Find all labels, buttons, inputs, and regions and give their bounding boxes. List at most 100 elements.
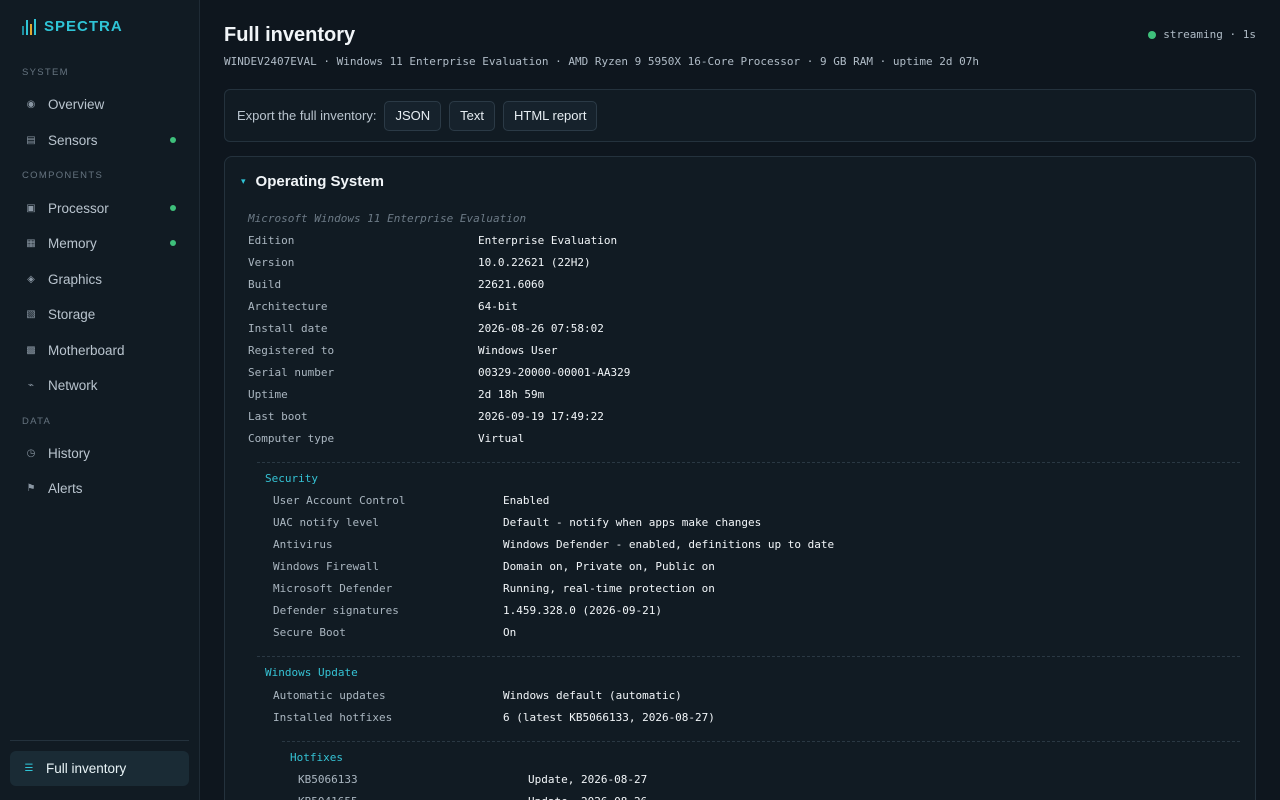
property-value: 64-bit	[478, 300, 518, 313]
property-key: Automatic updates	[273, 689, 386, 702]
export-text-button[interactable]: Text	[449, 100, 495, 131]
property-value: Running, real-time protection on	[503, 582, 715, 595]
sidebar-item-alerts[interactable]: ⚑ Alerts	[12, 473, 188, 503]
status-dot-icon	[170, 240, 176, 246]
property-key: KB5041655	[298, 791, 358, 800]
brand[interactable]: SPECTRA	[22, 18, 123, 35]
property-value: On	[503, 626, 517, 639]
property-key: Install date	[248, 322, 328, 335]
live-indicator-icon	[1148, 30, 1157, 39]
property-key: Microsoft Defender	[273, 582, 393, 595]
network-icon: ⌁	[27, 379, 35, 391]
property-value: Windows User	[478, 344, 558, 357]
property-value: Virtual	[478, 432, 525, 445]
sidebar: SPECTRA SYSTEM ◉ Overview ▤ Sensors COMPONENT…	[0, 0, 200, 800]
property-key: Windows Firewall	[273, 560, 379, 573]
sidebar-item-processor[interactable]: ▣ Processor	[12, 193, 188, 223]
hotfixes-title: Hotfixes	[290, 751, 343, 764]
sidebar-item-label: Memory	[48, 235, 97, 251]
property-key: Installed hotfixes	[273, 711, 393, 724]
property-value: 22621.6060	[478, 278, 545, 291]
sidebar-item-label: Sensors	[48, 132, 98, 148]
page-title: Full inventory	[224, 24, 356, 46]
sidebar-divider	[10, 740, 189, 741]
property-key: Build	[248, 278, 282, 291]
property-value: 2026-08-26 07:58:02	[478, 322, 604, 335]
property-value: Domain on, Private on, Public on	[503, 560, 715, 573]
property-key: Version	[248, 256, 295, 269]
property-key: Computer type	[248, 432, 335, 445]
property-key: Antivirus	[273, 538, 333, 551]
property-value: Update, 2026-08-27	[528, 773, 648, 786]
property-value: Enabled	[503, 494, 550, 507]
sidebar-item-network[interactable]: ⌁ Network	[12, 370, 188, 400]
chevron-down-icon: ▾	[241, 176, 246, 186]
processor-icon: ▣	[26, 202, 36, 214]
sidebar-item-motherboard[interactable]: ▩ Motherboard	[12, 335, 188, 365]
property-key: Defender signatures	[273, 604, 399, 617]
sidebar-item-full-inventory[interactable]: ☰ Full inventory	[10, 751, 189, 786]
property-value: Enterprise Evaluation	[478, 234, 618, 247]
property-value: Windows Defender - enabled, definitions …	[503, 538, 835, 551]
sidebar-item-label: Graphics	[48, 271, 103, 287]
property-key: Registered to	[248, 344, 335, 357]
list-icon: ☰	[24, 763, 34, 774]
sidebar-item-label: Motherboard	[48, 342, 125, 358]
sidebar-item-label: Processor	[48, 200, 109, 216]
sidebar-item-storage[interactable]: ▧ Storage	[12, 299, 188, 329]
sidebar-item-label: Alerts	[48, 480, 83, 496]
spectra-logo-icon	[22, 18, 36, 35]
sidebar-item-overview[interactable]: ◉ Overview	[12, 89, 188, 119]
property-value: 10.0.22621 (22H2)	[478, 256, 591, 269]
motherboard-icon: ▩	[26, 344, 36, 356]
os-section-toggle[interactable]: ▾ Operating System	[241, 173, 384, 190]
os-caption: Microsoft Windows 11 Enterprise Evaluati…	[248, 212, 527, 225]
sidebar-item-label: Full inventory	[46, 761, 127, 776]
os-section: ▾ Operating System Microsoft Windows 11 …	[224, 156, 1256, 800]
property-value: 2d 18h 59m	[478, 388, 545, 401]
sidebar-item-label: Overview	[48, 96, 105, 112]
property-value: 00329-20000-00001-AA329	[478, 366, 631, 379]
graphics-icon: ◈	[27, 273, 35, 285]
sidebar-item-history[interactable]: ◷ History	[12, 438, 188, 468]
status-dot-icon	[170, 137, 176, 143]
history-icon: ◷	[26, 447, 36, 459]
sidebar-section-label: COMPONENTS	[22, 170, 104, 181]
sidebar-section-label: SYSTEM	[22, 67, 69, 78]
export-html-report-button[interactable]: HTML report	[502, 100, 598, 131]
property-value: 6 (latest KB5066133, 2026-08-27)	[503, 711, 715, 724]
property-key: Edition	[248, 234, 295, 247]
sidebar-item-label: Storage	[48, 306, 96, 322]
alerts-icon: ⚑	[26, 482, 36, 494]
property-value: Default - notify when apps make changes	[503, 516, 762, 529]
property-key: Serial number	[248, 366, 335, 379]
overview-icon: ◉	[26, 98, 36, 110]
stream-status-text: streaming · 1s	[1163, 28, 1256, 41]
sidebar-item-sensors[interactable]: ▤ Sensors	[12, 125, 188, 155]
stream-status: streaming · 1s	[1148, 28, 1256, 41]
status-dot-icon	[170, 205, 176, 211]
sidebar-item-graphics[interactable]: ◈ Graphics	[12, 264, 188, 294]
section-title: Operating System	[255, 173, 384, 190]
sidebar-item-memory[interactable]: ▦ Memory	[12, 228, 188, 258]
sidebar-section-label: DATA	[22, 416, 52, 427]
property-value: 1.459.328.0 (2026-09-21)	[503, 604, 662, 617]
property-value: 2026-09-19 17:49:22	[478, 410, 604, 423]
windows-update-divider	[257, 656, 1240, 657]
export-json-button[interactable]: JSON	[384, 100, 442, 131]
export-bar: Export the full inventory: JSON Text HTM…	[224, 89, 1256, 142]
system-summary: WINDEV2407EVAL · Windows 11 Enterprise E…	[224, 55, 979, 68]
property-key: Last boot	[248, 410, 308, 423]
property-key: KB5066133	[298, 773, 358, 786]
property-key: Architecture	[248, 300, 328, 313]
memory-icon: ▦	[26, 237, 36, 249]
security-title: Security	[265, 472, 318, 485]
storage-icon: ▧	[26, 308, 36, 320]
property-key: UAC notify level	[273, 516, 379, 529]
windows-update-title: Windows Update	[265, 666, 358, 679]
export-label: Export the full inventory:	[237, 108, 377, 123]
property-key: User Account Control	[273, 494, 406, 507]
brand-name: SPECTRA	[44, 18, 123, 35]
sidebar-item-label: Network	[48, 377, 98, 393]
property-key: Secure Boot	[273, 626, 346, 639]
